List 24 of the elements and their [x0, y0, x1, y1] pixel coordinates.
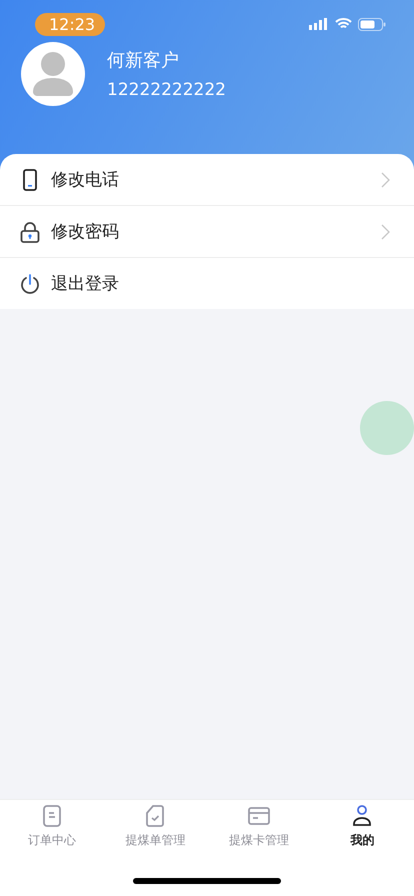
wifi-icon: [335, 18, 352, 30]
user-icon: [351, 804, 374, 828]
menu-label: 修改电话: [51, 169, 120, 191]
menu-item[interactable]: 修改电话: [0, 154, 414, 206]
document-icon: [40, 804, 63, 828]
user-name: 何新客户: [107, 49, 180, 72]
menu-item[interactable]: 修改密码: [0, 206, 414, 258]
battery-icon: [358, 18, 386, 30]
status-time: 12:23: [35, 12, 105, 36]
tab[interactable]: 我的: [310, 804, 414, 864]
lock-icon: [20, 220, 40, 242]
card-icon: [246, 804, 271, 828]
power-icon: [20, 272, 40, 294]
menu-label: 修改密码: [51, 221, 120, 243]
menu-label: 退出登录: [51, 273, 120, 295]
checked-document-icon: [144, 804, 166, 828]
menu-item[interactable]: 退出登录: [0, 258, 414, 309]
avatar-icon: [21, 42, 85, 106]
chevron-icon: [381, 172, 390, 188]
floating-ball[interactable]: [360, 401, 414, 455]
phone-icon: [20, 168, 40, 190]
signal-icon: [309, 18, 329, 30]
user-phone: 12222222222: [107, 80, 226, 100]
chevron-icon: [381, 224, 390, 240]
